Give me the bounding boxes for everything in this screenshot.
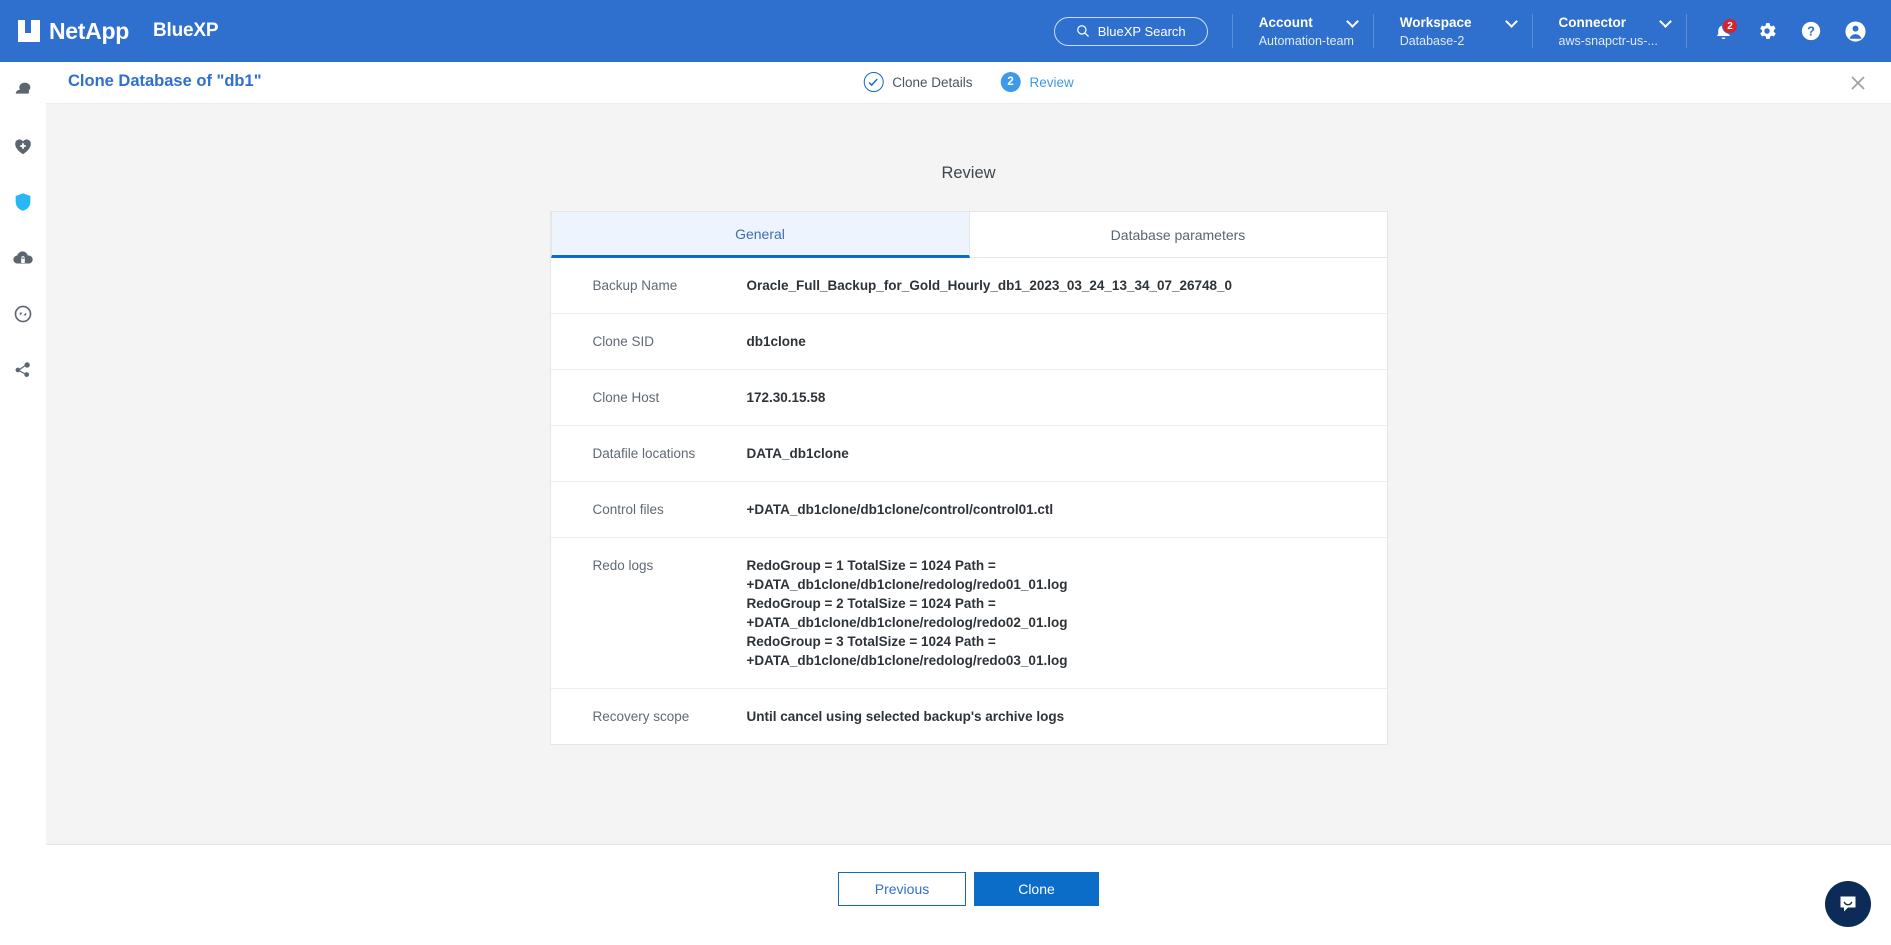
user-account-button[interactable] <box>1833 0 1877 62</box>
account-label: Account <box>1259 14 1355 31</box>
row-value: Until cancel using selected backup's arc… <box>747 707 1085 726</box>
sidebar-item-extensions[interactable] <box>0 342 46 398</box>
notifications-button[interactable]: 2 <box>1701 0 1745 62</box>
clone-button[interactable]: Clone <box>974 872 1099 906</box>
sidebar-item-governance[interactable] <box>0 230 46 286</box>
help-icon: ? <box>1800 20 1822 42</box>
left-sidebar <box>0 62 46 945</box>
wizard-step-review[interactable]: 2 Review <box>1001 72 1074 92</box>
row-value: +DATA_db1clone/db1clone/control/control0… <box>747 500 1074 519</box>
account-value: Automation-team <box>1259 33 1355 49</box>
netapp-logo-icon <box>18 20 40 42</box>
workspace-label: Workspace <box>1400 14 1514 31</box>
search-icon <box>1076 24 1090 38</box>
row-value: Oracle_Full_Backup_for_Gold_Hourly_db1_2… <box>747 276 1253 295</box>
check-icon <box>868 77 879 88</box>
top-bar-right-group: BlueXP Search Account Automation-team Wo… <box>1054 0 1891 62</box>
row-label: Control files <box>551 500 747 519</box>
wizard-steps: Clone Details 2 Review <box>863 72 1074 92</box>
row-value: 172.30.15.58 <box>747 388 846 407</box>
review-heading: Review <box>46 164 1891 183</box>
connector-selector[interactable]: Connector aws-snapctr-us-... <box>1533 0 1687 62</box>
workspace-value: Database-2 <box>1400 33 1514 49</box>
account-selector[interactable]: Account Automation-team <box>1233 0 1373 62</box>
user-avatar-icon <box>1844 20 1867 43</box>
previous-button[interactable]: Previous <box>838 872 966 906</box>
table-row: Clone Host 172.30.15.58 <box>551 370 1387 426</box>
row-value: db1clone <box>747 332 826 351</box>
notification-badge: 2 <box>1722 18 1738 34</box>
review-card: General Database parameters Backup Name … <box>550 211 1388 745</box>
settings-button[interactable] <box>1745 0 1789 62</box>
row-label: Recovery scope <box>551 707 747 726</box>
review-rows: Backup Name Oracle_Full_Backup_for_Gold_… <box>551 258 1387 744</box>
search-label: BlueXP Search <box>1098 24 1186 39</box>
bluexp-search-button[interactable]: BlueXP Search <box>1054 17 1208 46</box>
top-navigation-bar: NetApp BlueXP BlueXP Search Account Auto… <box>0 0 1891 62</box>
row-label: Backup Name <box>551 276 747 295</box>
svg-text:?: ? <box>1807 24 1815 39</box>
table-row: Datafile locations DATA_db1clone <box>551 426 1387 482</box>
connector-label: Connector <box>1559 14 1669 31</box>
close-button[interactable] <box>1849 74 1867 92</box>
row-label: Clone Host <box>551 388 747 407</box>
help-button[interactable]: ? <box>1789 0 1833 62</box>
wizard-step-label: Review <box>1030 75 1074 90</box>
wizard-footer: Previous Clone <box>46 844 1891 945</box>
nodes-network-icon <box>12 359 34 381</box>
row-label: Redo logs <box>551 556 747 670</box>
page-title: Clone Database of "db1" <box>68 72 262 91</box>
sidebar-item-health[interactable] <box>0 118 46 174</box>
table-row: Control files +DATA_db1clone/db1clone/co… <box>551 482 1387 538</box>
wizard-header: Clone Database of "db1" Clone Details 2 … <box>46 62 1891 104</box>
governance-cloud-lock-icon <box>12 247 34 269</box>
footer-button-group: Previous Clone <box>46 845 1891 906</box>
row-label: Datafile locations <box>551 444 747 463</box>
sidebar-item-protection[interactable] <box>0 174 46 230</box>
health-icon <box>12 135 34 157</box>
sync-icon <box>12 303 34 325</box>
netapp-wordmark: NetApp <box>49 18 129 45</box>
row-value: RedoGroup = 1 TotalSize = 1024 Path = +D… <box>747 556 1088 670</box>
divider <box>1686 14 1687 48</box>
close-icon <box>1849 74 1867 92</box>
check-circle-icon <box>863 72 883 92</box>
table-row: Backup Name Oracle_Full_Backup_for_Gold_… <box>551 258 1387 314</box>
chat-bubble-icon <box>1836 892 1860 916</box>
sidebar-item-canvas[interactable] <box>0 62 46 118</box>
chat-support-button[interactable] <box>1825 881 1871 927</box>
step-number-badge: 2 <box>1001 72 1021 92</box>
table-row: Recovery scope Until cancel using select… <box>551 689 1387 744</box>
table-row: Redo logs RedoGroup = 1 TotalSize = 1024… <box>551 538 1387 689</box>
workspace-selector[interactable]: Workspace Database-2 <box>1374 0 1532 62</box>
gear-icon <box>1756 20 1778 42</box>
table-row: Clone SID db1clone <box>551 314 1387 370</box>
main-content: Review General Database parameters Backu… <box>46 104 1891 844</box>
review-tabs: General Database parameters <box>551 212 1387 258</box>
row-label: Clone SID <box>551 332 747 351</box>
protection-shield-icon <box>12 191 34 213</box>
canvas-icon <box>12 79 34 101</box>
connector-value: aws-snapctr-us-... <box>1559 33 1669 49</box>
tab-general[interactable]: General <box>551 212 970 258</box>
wizard-step-clone-details[interactable]: Clone Details <box>863 72 972 92</box>
tab-database-parameters[interactable]: Database parameters <box>970 212 1387 258</box>
brand-logo[interactable]: NetApp BlueXP <box>0 18 218 45</box>
row-value: DATA_db1clone <box>747 444 869 463</box>
bluexp-wordmark: BlueXP <box>153 20 218 42</box>
sidebar-item-mobility[interactable] <box>0 286 46 342</box>
wizard-step-label: Clone Details <box>892 75 972 90</box>
